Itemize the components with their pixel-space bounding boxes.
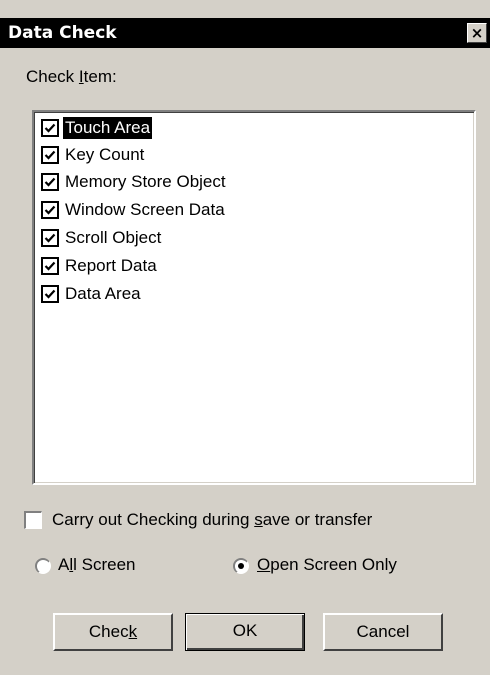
item-label: Window Screen Data: [65, 200, 225, 219]
item-checkbox[interactable]: [41, 119, 59, 137]
item-checkbox[interactable]: [41, 257, 59, 275]
item-label: Key Count: [65, 145, 145, 164]
item-checkbox[interactable]: [41, 201, 59, 219]
all-screen-radio[interactable]: [35, 558, 51, 574]
open-screen-only-radio[interactable]: [233, 558, 249, 574]
checkmark-icon: [44, 205, 56, 215]
checkmark-icon: [44, 261, 56, 271]
item-checkbox[interactable]: [41, 285, 59, 303]
carry-out-checkbox[interactable]: [24, 511, 42, 529]
item-label: Touch Area: [63, 117, 153, 139]
all-screen-label[interactable]: All Screen: [58, 555, 136, 575]
open-screen-only-label[interactable]: Open Screen Only: [257, 555, 397, 575]
check-item-list[interactable]: Touch Area Key Count Memory Store Object…: [32, 110, 476, 485]
close-button[interactable]: ×: [467, 23, 487, 43]
check-button[interactable]: Check: [53, 613, 173, 651]
item-label: Scroll Object: [65, 228, 162, 247]
radio-dot-icon: [238, 563, 244, 569]
checkmark-icon: [44, 289, 56, 299]
checkmark-icon: [44, 233, 56, 243]
item-checkbox[interactable]: [41, 146, 59, 164]
cancel-button[interactable]: Cancel: [323, 613, 443, 651]
carry-out-label[interactable]: Carry out Checking during save or transf…: [52, 510, 372, 530]
item-label: Memory Store Object: [65, 172, 226, 191]
title-bar[interactable]: Data Check ×: [0, 18, 490, 48]
close-icon: ×: [470, 24, 484, 42]
checkmark-icon: [44, 177, 56, 187]
item-label: Data Area: [65, 284, 141, 303]
item-checkbox[interactable]: [41, 229, 59, 247]
check-item-label: Check Item:: [26, 67, 117, 86]
dialog-title: Data Check: [8, 23, 117, 43]
checkmark-icon: [44, 150, 56, 160]
data-check-dialog: Data Check × Check Item: Touch Area Key …: [0, 0, 490, 675]
ok-button[interactable]: OK: [185, 613, 305, 651]
checkmark-icon: [44, 123, 56, 133]
item-checkbox[interactable]: [41, 173, 59, 191]
item-label: Report Data: [65, 256, 157, 275]
